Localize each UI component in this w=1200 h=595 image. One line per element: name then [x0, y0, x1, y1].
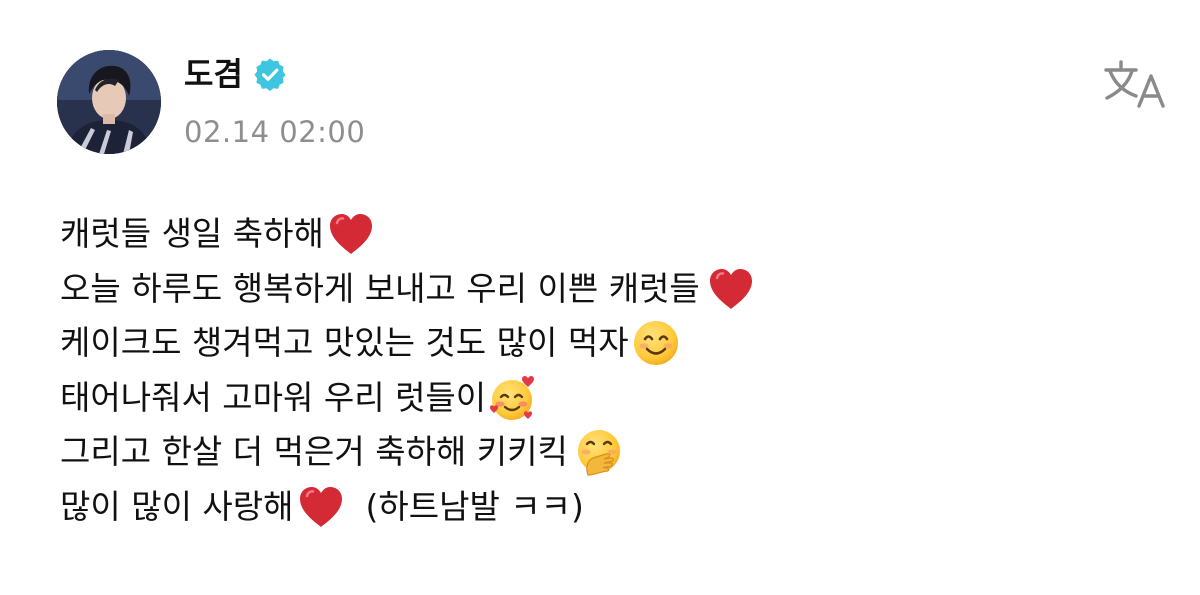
translate-icon[interactable]	[1103, 58, 1169, 110]
post-timestamp: 02.14 02:00	[184, 115, 366, 149]
post-line: 케이크도 챙겨먹고 맛있는 것도 많이 먹자	[60, 316, 1160, 371]
post-line-text: 태어나줘서 고마워 우리 럿들이	[60, 377, 487, 417]
red-heart-icon	[296, 482, 346, 532]
smiling-face-with-hearts-icon	[488, 373, 538, 423]
author-avatar[interactable]	[57, 50, 161, 154]
post-line: 오늘 하루도 행복하게 보내고 우리 이쁜 캐럿들	[60, 262, 1160, 317]
post-card: 도겸 02.14 02:00 캐럿들 생일 축하해 오늘 하루도 행복하게 보내…	[0, 0, 1200, 595]
post-line: 많이 많이 사랑해 (하트남발 ㅋㅋ)	[60, 480, 1160, 535]
author-header: 도겸	[184, 52, 287, 96]
post-line-text: 많이 많이 사랑해	[60, 486, 294, 526]
post-body: 캐럿들 생일 축하해 오늘 하루도 행복하게 보내고 우리 이쁜 캐럿들 케이크…	[60, 207, 1160, 534]
face-with-hand-over-mouth-icon	[574, 427, 624, 477]
red-heart-icon	[706, 264, 756, 314]
post-line: 캐럿들 생일 축하해	[60, 207, 1160, 262]
post-line: 그리고 한살 더 먹은거 축하해 키키킥	[60, 425, 1160, 480]
post-line-text: 오늘 하루도 행복하게 보내고 우리 이쁜 캐럿들	[60, 268, 700, 308]
post-line-text: 그리고 한살 더 먹은거 축하해 키키킥	[60, 432, 568, 471]
author-name[interactable]: 도겸	[184, 52, 243, 96]
post-line-text: 케이크도 챙겨먹고 맛있는 것도 많이 먹자	[60, 323, 629, 362]
post-line-text: 캐럿들 생일 축하해	[60, 214, 324, 253]
post-line: 태어나줘서 고마워 우리 럿들이	[60, 371, 1160, 426]
profile-photo-icon	[57, 50, 161, 154]
verified-badge-icon	[254, 58, 286, 91]
red-heart-icon	[326, 209, 376, 259]
smiling-face-icon	[631, 318, 681, 368]
post-line-suffix: (하트남발 ㅋㅋ)	[365, 486, 584, 526]
